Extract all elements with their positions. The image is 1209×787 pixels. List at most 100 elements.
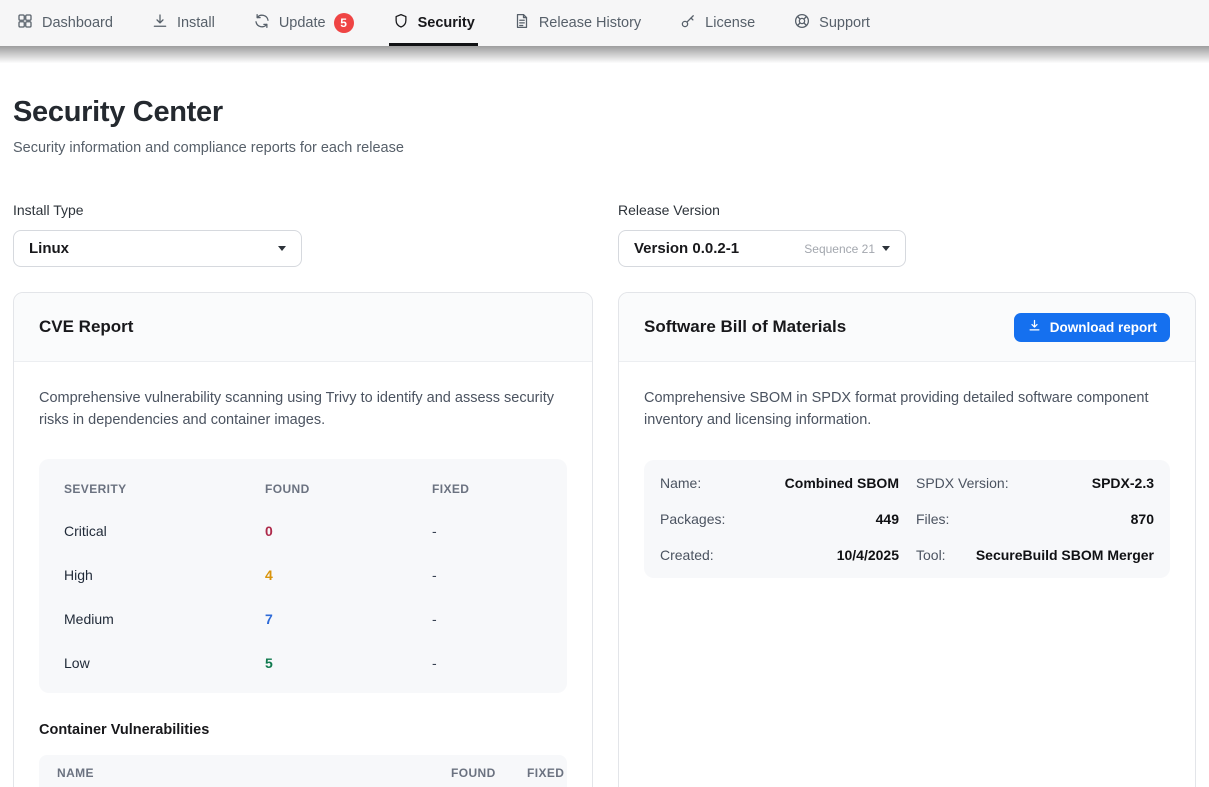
found-count: 4 [265,567,432,583]
nav-item-license[interactable]: License [679,0,755,46]
severity-column-header: Severity [64,482,265,496]
install-type-select[interactable]: Linux [13,230,302,267]
refresh-icon [253,12,271,34]
nav-item-update[interactable]: Update 5 [253,0,354,46]
found-column-header: Found [265,482,432,496]
fixed-column-header: Fixed [527,766,567,780]
table-row: Medium 7 - [39,597,567,641]
fixed-count: - [432,655,542,671]
top-navigation: Dashboard Install Update 5 Security Rele… [0,0,1209,46]
page-subtitle: Security information and compliance repo… [13,140,1196,156]
nav-label: Support [819,15,870,31]
found-count: 0 [265,523,432,539]
found-column-header: Found [451,766,527,780]
stat-pair: Files: 870 [916,511,1154,527]
fixed-column-header: Fixed [432,482,542,496]
table-row: Critical 0 - [39,509,567,553]
cve-report-title: CVE Report [39,317,133,337]
stat-label: Created: [660,547,714,563]
install-type-filter: Install Type Linux [13,202,302,267]
cve-report-header: CVE Report [14,293,592,362]
found-count: 7 [265,611,432,627]
sbom-card: Software Bill of Materials Download repo… [618,292,1196,787]
page-title: Security Center [13,96,1196,129]
shield-icon [392,12,410,34]
dashboard-grid-icon [16,12,34,34]
lifebuoy-icon [793,12,811,34]
chevron-down-icon [882,246,890,251]
stat-label: SPDX Version: [916,475,1009,491]
cve-report-description: Comprehensive vulnerability scanning usi… [39,388,567,432]
container-vulnerabilities-table-header: Name Found Fixed [39,755,567,787]
release-version-value: Version 0.0.2-1 [634,240,739,257]
security-center-page: Security Center Security information and… [0,96,1209,787]
release-version-filter: Release Version Version 0.0.2-1 Sequence… [618,202,906,267]
download-icon [151,12,169,34]
severity-name: Medium [64,611,265,627]
stat-value: SPDX-2.3 [1092,475,1154,491]
nav-label: Update [279,15,326,31]
stat-label: Name: [660,475,701,491]
key-icon [679,12,697,34]
filters-row: Install Type Linux Release Version Versi… [13,202,1196,267]
fixed-count: - [432,611,542,627]
download-report-button[interactable]: Download report [1014,313,1170,342]
stat-row: Created: 10/4/2025 Tool: SecureBuild SBO… [660,537,1154,573]
sbom-title: Software Bill of Materials [644,317,846,337]
stat-row: Packages: 449 Files: 870 [660,501,1154,537]
nav-label: License [705,15,755,31]
found-count: 5 [265,655,432,671]
container-vulnerabilities-title: Container Vulnerabilities [39,722,567,738]
nav-label: Dashboard [42,15,113,31]
cve-report-card: CVE Report Comprehensive vulnerability s… [13,292,593,787]
severity-table: Severity Found Fixed Critical 0 - High 4… [39,459,567,693]
stat-label: Packages: [660,511,725,527]
stat-pair: Tool: SecureBuild SBOM Merger [916,547,1154,563]
stat-value: 449 [876,511,899,527]
cve-report-body: Comprehensive vulnerability scanning usi… [14,362,592,787]
page-top-shadow [0,46,1209,63]
stat-label: Files: [916,511,949,527]
stat-pair: SPDX Version: SPDX-2.3 [916,475,1154,491]
install-type-label: Install Type [13,202,302,218]
nav-item-dashboard[interactable]: Dashboard [16,0,113,46]
stat-value: Combined SBOM [785,475,899,491]
stat-value: 10/4/2025 [837,547,899,563]
stat-value: SecureBuild SBOM Merger [976,547,1154,563]
stat-pair: Packages: 449 [660,511,899,527]
release-version-label: Release Version [618,202,906,218]
nav-item-install[interactable]: Install [151,0,215,46]
severity-name: Low [64,655,265,671]
sbom-header: Software Bill of Materials Download repo… [619,293,1195,362]
chevron-down-icon [278,246,286,251]
sequence-group: Sequence 21 [804,242,890,256]
table-row: High 4 - [39,553,567,597]
severity-table-header: Severity Found Fixed [39,469,567,509]
sequence-label: Sequence 21 [804,242,875,256]
severity-name: Critical [64,523,265,539]
install-type-value: Linux [29,240,69,257]
stat-pair: Name: Combined SBOM [660,475,899,491]
nav-label: Install [177,15,215,31]
cards-row: CVE Report Comprehensive vulnerability s… [13,292,1196,787]
sbom-stats-box: Name: Combined SBOM SPDX Version: SPDX-2… [644,460,1170,578]
nav-item-release-history[interactable]: Release History [513,0,641,46]
stat-value: 870 [1131,511,1154,527]
stat-pair: Created: 10/4/2025 [660,547,899,563]
nav-item-security[interactable]: Security [392,0,475,46]
nav-label: Release History [539,15,641,31]
fixed-count: - [432,567,542,583]
release-version-select[interactable]: Version 0.0.2-1 Sequence 21 [618,230,906,267]
sbom-body: Comprehensive SBOM in SPDX format provid… [619,362,1195,604]
stat-row: Name: Combined SBOM SPDX Version: SPDX-2… [660,465,1154,501]
nav-label: Security [418,15,475,31]
stat-label: Tool: [916,547,946,563]
name-column-header: Name [57,766,451,780]
sbom-description: Comprehensive SBOM in SPDX format provid… [644,388,1170,432]
severity-name: High [64,567,265,583]
nav-item-support[interactable]: Support [793,0,870,46]
download-icon [1027,318,1042,336]
table-row: Low 5 - [39,641,567,685]
fixed-count: - [432,523,542,539]
document-icon [513,12,531,34]
